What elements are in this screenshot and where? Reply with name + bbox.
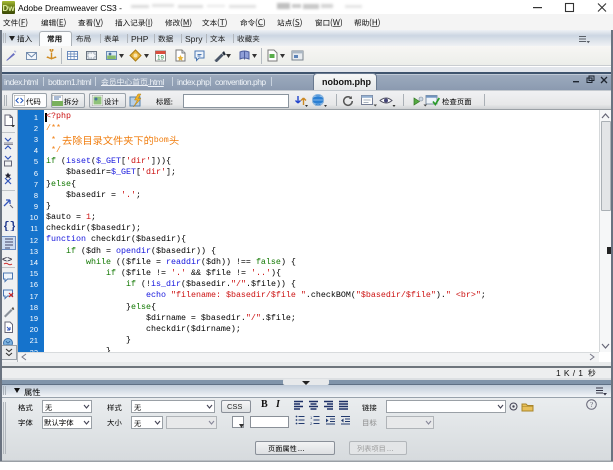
- svg-text:Dw: Dw: [3, 4, 16, 13]
- svg-text:2: 2: [310, 421, 313, 426]
- svg-text:?: ?: [590, 400, 594, 409]
- svg-text:1: 1: [310, 415, 313, 420]
- svg-text:19: 19: [157, 56, 164, 62]
- svg-text:{}: {}: [3, 221, 15, 231]
